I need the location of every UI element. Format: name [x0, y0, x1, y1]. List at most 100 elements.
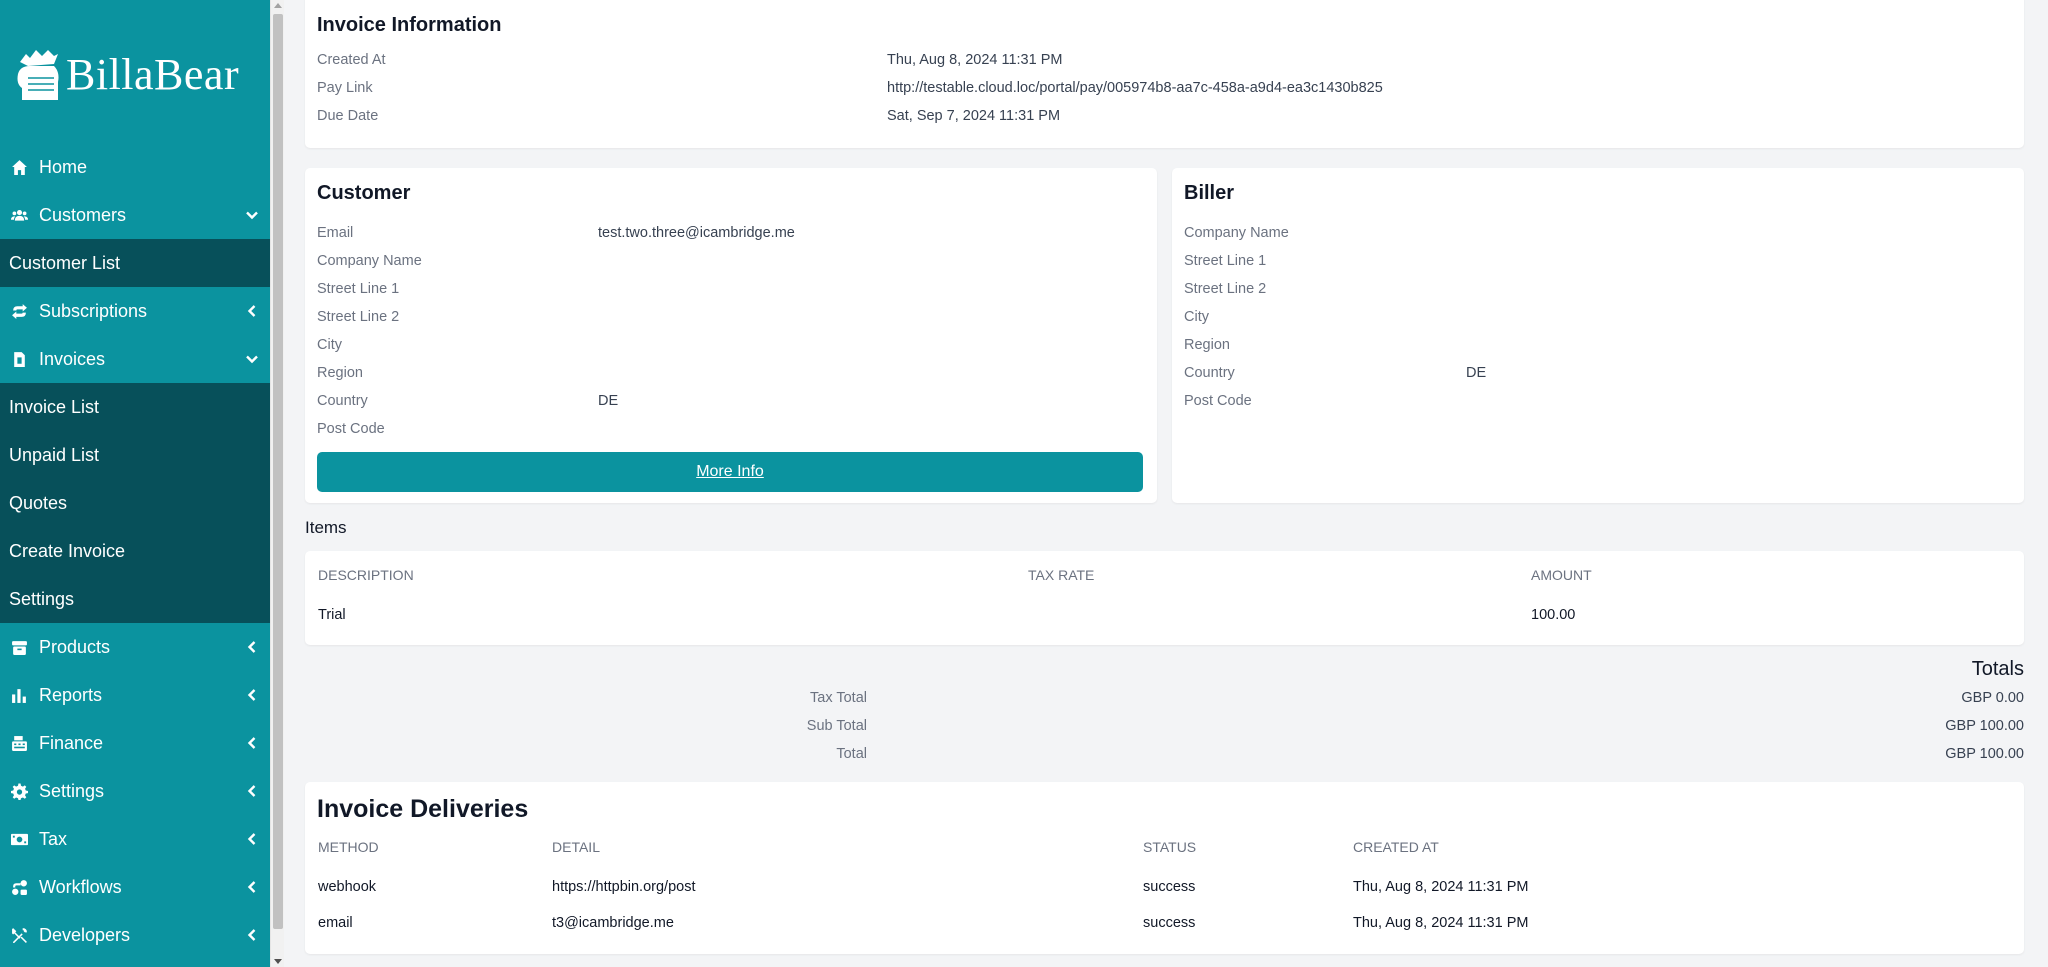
chevron-left-icon	[244, 735, 260, 751]
billabear-logo[interactable]: BillaBear	[14, 42, 254, 106]
biller-country-label: Country	[1184, 365, 1235, 381]
page-scrollbar[interactable]	[270, 0, 284, 967]
sidebar-item-label: Customers	[39, 204, 127, 225]
items-header-amount: Amount	[1531, 567, 1592, 583]
biller-street1-label: Street Line 1	[1184, 253, 1267, 269]
repeat-icon	[9, 302, 29, 320]
invoice-file-icon	[9, 350, 29, 368]
customer-city-label: City	[317, 337, 342, 353]
delivery-detail: https://httpbin.org/post	[552, 879, 696, 895]
customer-country-value: DE	[598, 393, 619, 409]
sidebar-item-developers[interactable]: Developers	[0, 911, 270, 959]
biller-region-label: Region	[1184, 337, 1230, 353]
delivery-detail: t3@icambridge.me	[552, 915, 674, 931]
biller-city-label: City	[1184, 309, 1209, 325]
sidebar-item-label: Create Invoice	[9, 540, 126, 561]
chevron-left-icon	[244, 879, 260, 895]
scroll-up-arrow-icon[interactable]	[274, 3, 282, 8]
invoice-deliveries-title: Invoice Deliveries	[317, 795, 529, 823]
sidebar-item-subscriptions[interactable]: Subscriptions	[0, 287, 270, 335]
sidebar-item-label: Workflows	[39, 876, 122, 897]
customer-region-label: Region	[317, 365, 363, 381]
created-at-value: Thu, Aug 8, 2024 11:31 PM	[887, 52, 1063, 68]
biller-post-code-label: Post Code	[1184, 393, 1252, 409]
sidebar-item-label: Developers	[39, 924, 131, 945]
gear-icon	[9, 782, 29, 800]
due-date-value: Sat, Sep 7, 2024 11:31 PM	[887, 108, 1061, 124]
item-description: Trial	[318, 607, 346, 623]
tax-total-value: GBP 0.00	[1961, 690, 2024, 706]
deliveries-header-method: Method	[318, 839, 379, 855]
sidebar-item-customer-list[interactable]: Customer List	[0, 239, 270, 287]
tax-total-label: Tax Total	[810, 690, 867, 706]
brand-name: BillaBear	[66, 49, 240, 99]
sidebar-item-workflows[interactable]: Workflows	[0, 863, 270, 911]
sidebar-item-finance[interactable]: Finance	[0, 719, 270, 767]
scrollbar-thumb[interactable]	[273, 14, 283, 929]
totals-title: Totals	[1971, 658, 2024, 680]
sidebar-item-settings[interactable]: Settings	[0, 767, 270, 815]
sidebar-item-tax[interactable]: Tax	[0, 815, 270, 863]
customer-email-label: Email	[317, 225, 354, 241]
sidebar-item-reports[interactable]: Reports	[0, 671, 270, 719]
sub-total-value: GBP 100.00	[1945, 718, 2024, 734]
more-info-button[interactable]: More Info	[317, 452, 1143, 492]
sidebar-item-unpaid-list[interactable]: Unpaid List	[0, 431, 270, 479]
invoice-deliveries-card: Invoice Deliveries Method Detail Status …	[305, 782, 2024, 954]
chevron-left-icon	[244, 831, 260, 847]
customer-street1-label: Street Line 1	[317, 281, 400, 297]
sidebar-item-products[interactable]: Products	[0, 623, 270, 671]
chevron-left-icon	[244, 639, 260, 655]
sidebar-item-home[interactable]: Home	[0, 143, 270, 191]
pay-link-label: Pay Link	[317, 80, 373, 96]
sub-total-label: Sub Total	[806, 718, 867, 734]
chevron-left-icon	[244, 927, 260, 943]
customer-street2-label: Street Line 2	[317, 309, 400, 325]
sidebar-item-label: Invoices	[39, 348, 106, 369]
money-bill-icon	[9, 830, 29, 848]
sidebar-item-label: Quotes	[9, 492, 68, 513]
sidebar-item-quotes[interactable]: Quotes	[0, 479, 270, 527]
workflow-icon	[9, 878, 29, 896]
delivery-method: webhook	[318, 879, 377, 895]
users-icon	[9, 206, 29, 224]
chevron-left-icon	[244, 303, 260, 319]
pay-link-value[interactable]: http://testable.cloud.loc/portal/pay/005…	[887, 80, 1383, 96]
sidebar-item-label: Settings	[39, 780, 105, 801]
deliveries-header-status: Status	[1143, 839, 1197, 855]
items-heading: Items	[305, 518, 347, 537]
sidebar-item-label: Unpaid List	[9, 444, 100, 465]
customer-company-name-label: Company Name	[317, 253, 422, 269]
deliveries-header-detail: Detail	[552, 839, 600, 855]
biller-card: Biller Company Name Street Line 1 Street…	[1172, 168, 2024, 503]
sidebar-item-label: Tax	[39, 828, 68, 849]
sidebar-item-create-invoice[interactable]: Create Invoice	[0, 527, 270, 575]
chevron-left-icon	[244, 687, 260, 703]
delivery-created-at: Thu, Aug 8, 2024 11:31 PM	[1353, 915, 1529, 931]
sidebar-item-label: Finance	[39, 732, 104, 753]
created-at-label: Created At	[317, 52, 386, 68]
scroll-down-arrow-icon[interactable]	[274, 959, 282, 964]
sidebar-item-label: Invoice List	[9, 396, 100, 417]
chevron-down-icon	[244, 351, 260, 367]
deliveries-header-created-at: Created At	[1353, 839, 1439, 855]
cash-register-icon	[9, 734, 29, 752]
delivery-status: success	[1143, 915, 1196, 931]
delivery-status: success	[1143, 879, 1196, 895]
sidebar-item-label: Subscriptions	[39, 300, 148, 321]
sidebar-item-label: Customer List	[9, 252, 121, 273]
delivery-created-at: Thu, Aug 8, 2024 11:31 PM	[1353, 879, 1529, 895]
customer-card: Customer Email test.two.three@icambridge…	[305, 168, 1157, 503]
total-value: GBP 100.00	[1945, 746, 2024, 762]
sidebar-item-invoice-list[interactable]: Invoice List	[0, 383, 270, 431]
sidebar-item-label: Reports	[39, 684, 103, 705]
tools-icon	[9, 926, 29, 944]
logo-bear-icon	[17, 50, 59, 100]
sidebar-item-invoices[interactable]: Invoices	[0, 335, 270, 383]
customer-title: Customer	[317, 182, 411, 204]
delivery-method: email	[318, 915, 353, 931]
biller-title: Biller	[1184, 182, 1235, 204]
sidebar-item-customers[interactable]: Customers	[0, 191, 270, 239]
biller-street2-label: Street Line 2	[1184, 281, 1267, 297]
sidebar-item-invoice-settings[interactable]: Settings	[0, 575, 270, 623]
